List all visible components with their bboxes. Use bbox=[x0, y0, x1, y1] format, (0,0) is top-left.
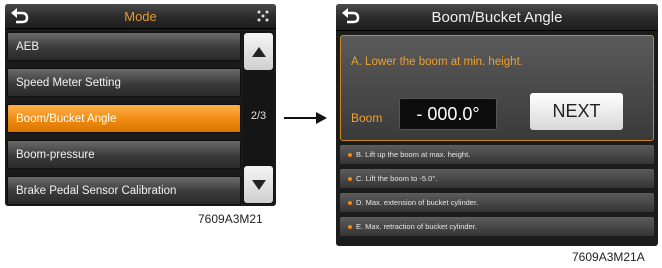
menu-item-boom-bucket-angle[interactable]: Boom/Bucket Angle bbox=[7, 104, 241, 133]
scroll-column: 2/3 bbox=[243, 32, 274, 204]
scroll-down-button[interactable] bbox=[244, 166, 273, 203]
scroll-up-button[interactable] bbox=[244, 33, 273, 70]
menu-item-boom-pressure[interactable]: Boom-pressure bbox=[7, 140, 241, 169]
menu-item-aeb[interactable]: AEB bbox=[7, 32, 241, 61]
menu-item-brake-pedal-sensor-calibration[interactable]: Brake Pedal Sensor Calibration bbox=[7, 176, 241, 205]
boom-label: Boom bbox=[351, 111, 383, 125]
step-item: C. Lift the boom to -5.0°. bbox=[340, 169, 654, 188]
step-item: E. Max. retraction of bucket cylinder. bbox=[340, 217, 654, 236]
transition-arrow-icon bbox=[284, 112, 327, 124]
boom-bucket-angle-screen: Boom/Bucket Angle A. Lower the boom at m… bbox=[336, 4, 658, 246]
page-title: Boom/Bucket Angle bbox=[431, 9, 563, 26]
step-item: D. Max. extension of bucket cylinder. bbox=[340, 193, 654, 212]
mode-menu: AEB Speed Meter Setting Boom/Bucket Angl… bbox=[7, 32, 241, 206]
step-item: B. Lift up the boom at max. height. bbox=[340, 145, 654, 164]
next-button[interactable]: NEXT bbox=[530, 93, 623, 130]
step-text: E. Max. retraction of bucket cylinder. bbox=[356, 222, 477, 231]
figure-caption-left: 7609A3M21 bbox=[198, 212, 263, 226]
instruction-panel: A. Lower the boom at min. height. Boom -… bbox=[340, 35, 654, 141]
menu-item-speed-meter-setting[interactable]: Speed Meter Setting bbox=[7, 68, 241, 97]
bullet-icon bbox=[348, 176, 352, 181]
step-text: B. Lift up the boom at max. height. bbox=[356, 150, 471, 159]
page-title: Mode bbox=[124, 9, 157, 24]
triangle-up-icon bbox=[251, 46, 266, 57]
page-indicator: 2/3 bbox=[250, 110, 267, 122]
figure-caption-right: 7609A3M21A bbox=[572, 250, 645, 264]
step-text: C. Lift the boom to -5.0°. bbox=[356, 174, 438, 183]
header-bar: Mode bbox=[5, 4, 276, 29]
boom-angle-value: - 000.0° bbox=[399, 98, 497, 130]
current-instruction: A. Lower the boom at min. height. bbox=[351, 56, 523, 68]
bullet-icon bbox=[348, 224, 352, 229]
mode-screen: Mode AEB Speed Meter Setting Boom/Bucket… bbox=[5, 4, 276, 206]
grid-dots-icon[interactable] bbox=[256, 9, 270, 23]
step-text: D. Max. extension of bucket cylinder. bbox=[356, 198, 479, 207]
triangle-down-icon bbox=[251, 179, 266, 190]
step-list: B. Lift up the boom at max. height. C. L… bbox=[340, 145, 654, 241]
header-bar: Boom/Bucket Angle bbox=[336, 4, 658, 31]
bullet-icon bbox=[348, 152, 352, 157]
bullet-icon bbox=[348, 200, 352, 205]
